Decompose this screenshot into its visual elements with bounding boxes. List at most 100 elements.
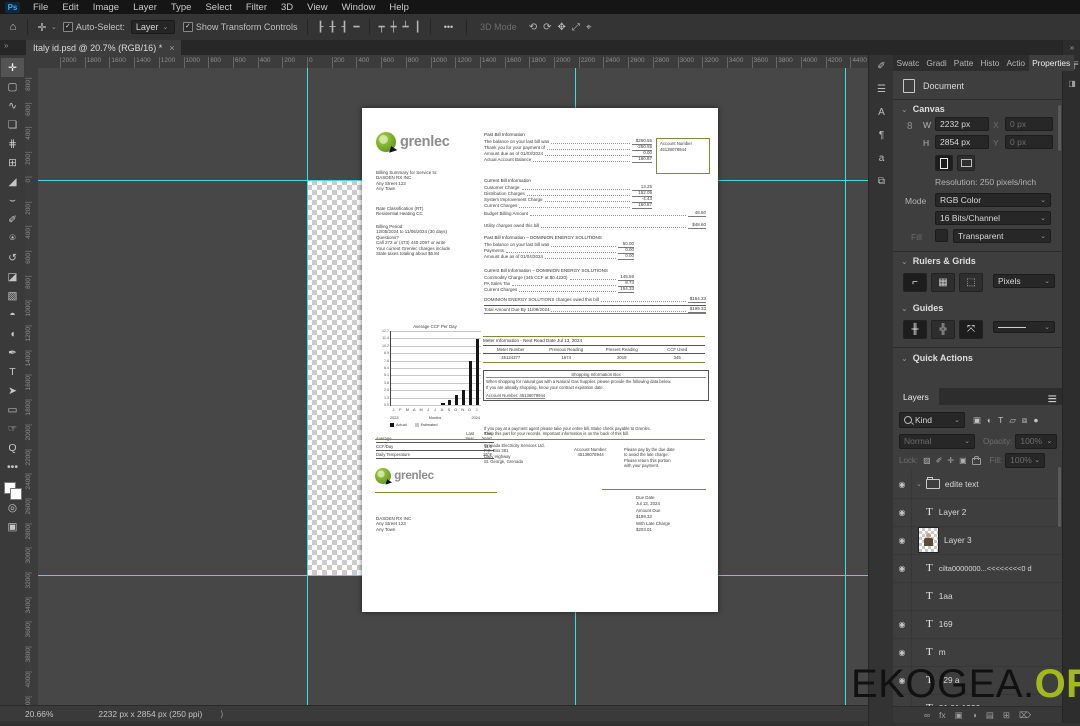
align-top-icon[interactable]: ━ [354,22,360,33]
lock-all-icon[interactable] [971,456,981,465]
layer-row[interactable]: T 1aa [893,582,1062,611]
menu-filter[interactable]: Filter [239,2,274,13]
vertical-ruler[interactable]: 800 600 400 200 0 200 400 600 800 1000 1200 1400 160… [25,68,39,705]
filter-pixel-layers-icon[interactable]: ▣ [973,415,981,426]
menu-help[interactable]: Help [382,2,416,13]
menu-file[interactable]: File [26,2,55,13]
document-tab[interactable]: Italy id.psd @ 20.7% (RGB/16) * × [26,40,182,55]
layers-menu-icon[interactable]: ≡ [1048,391,1057,409]
distribute-vcenter-icon[interactable]: ┿ [391,22,397,33]
layer-filter-dropdown[interactable]: Kind ⌄ [899,412,965,428]
chevron-down-icon[interactable]: ⌄ [51,23,57,31]
layer-visibility-toggle[interactable]: ◉ [893,526,912,554]
dolly-3d-icon[interactable]: ⌖ [586,22,592,33]
menu-edit[interactable]: Edit [55,2,85,13]
collapse-panel-icon[interactable]: » [4,41,8,50]
pen-tool[interactable]: ✒ [1,343,24,362]
guide-horizontal-1-right[interactable] [718,180,868,181]
lock-artboard-icon[interactable]: ▣ [959,456,967,465]
layer-row[interactable]: ◉ Layer 3 [893,526,1062,555]
filter-adjustment-layers-icon[interactable]: ◐ [987,415,992,426]
layer-row[interactable]: ◉ ⌄ edite text [893,470,1062,499]
quick-mask-button[interactable]: ◎ [1,498,24,517]
fill-swatch[interactable] [935,229,948,242]
roll-3d-icon[interactable]: ⟳ [543,22,551,33]
clone-stamp-tool[interactable]: ⍟ [1,229,24,248]
brush-panel-icon[interactable]: ✐ [877,61,885,72]
tab-swatc[interactable]: Swatc [893,58,923,68]
crop-tool[interactable]: ⋕ [1,134,24,153]
home-icon[interactable]: ⌂ [4,21,22,33]
horizontal-ruler[interactable]: 2000 1800 1600 1400 1200 1000 800 600 400 200 0 200… [38,55,868,69]
filter-shape-layers-icon[interactable]: ▱ [1009,415,1016,426]
distribute-left-icon[interactable]: ┃ [415,22,421,33]
new-layer-icon[interactable]: ⊞ [1003,710,1010,721]
align-left-icon[interactable]: ┠ [317,22,323,33]
canvas-area[interactable]: grenlec Billing Summary for Service to: D… [38,68,868,705]
toggle-rulers-button[interactable]: ⌐ [903,273,927,292]
document-canvas[interactable]: grenlec Billing Summary for Service to: D… [362,108,718,612]
layer-row[interactable]: ◉ T Layer 2 [893,498,1062,527]
show-transform-checkbox[interactable]: ✓ [182,22,193,32]
guide-horizontal-2-right[interactable] [718,575,868,576]
history-brush-tool[interactable]: ↺ [1,248,24,267]
layer-row[interactable]: ◉ Tcilta0000000...<<<<<<<<0 d [893,554,1062,583]
chevron-down-icon[interactable]: ⌄ [916,480,922,488]
new-guide-layout-button[interactable]: ╬ [931,320,955,339]
healing-brush-tool[interactable]: ⌣ [1,191,24,210]
eyedropper-tool[interactable]: ◢ [1,172,24,191]
snap-to-guides-button[interactable]: ⤧ [959,320,983,339]
delete-layer-icon[interactable]: ⌦ [1019,710,1031,721]
lasso-tool[interactable]: ∿ [1,96,24,115]
menu-type[interactable]: Type [164,2,199,13]
auto-select-checkbox[interactable]: ✓ [62,22,73,32]
toggle-grid-button[interactable]: ▦ [931,273,955,292]
fill-dropdown[interactable]: Transparent ⌄ [953,229,1051,243]
menu-view[interactable]: View [300,2,334,13]
tab-histo[interactable]: Histo [977,58,1003,68]
dock-panel-icon-2[interactable]: ◨ [1068,79,1076,88]
move-tool-icon[interactable]: ✛ [33,21,51,34]
guide-style-dropdown[interactable]: ⌄ [993,321,1055,333]
layer-visibility-toggle[interactable]: ◉ [893,554,912,582]
shape-tool[interactable]: ▭ [1,400,24,419]
type-tool[interactable]: T [1,362,24,381]
panel-menu-icon[interactable]: ≡ [1074,58,1079,68]
guides-section-header[interactable]: ⌄ Guides [901,303,943,313]
lock-position-icon[interactable]: ✛ [947,456,954,465]
filter-toggle-icon[interactable]: ● [1033,415,1038,426]
toolbar-more[interactable]: ••• [1,457,24,476]
layer-effects-icon[interactable]: fx [939,710,946,720]
brush-tool[interactable]: ✐ [1,210,24,229]
layers-scrollbar[interactable] [1058,467,1061,527]
menu-window[interactable]: Window [335,2,383,13]
properties-scrollbar[interactable] [1058,105,1061,151]
transparent-artboard-region[interactable] [307,180,362,575]
zoom-level[interactable]: 20.66% [25,709,53,719]
zoom-tool[interactable]: Q [1,438,24,457]
orientation-portrait-button[interactable] [935,155,953,171]
color-swatches[interactable] [3,482,22,500]
glyphs-panel-icon[interactable]: a [879,153,885,164]
adjustment-layer-icon[interactable]: ◑ [972,710,977,720]
layer-visibility-toggle[interactable]: ◉ [893,610,912,638]
close-icon[interactable]: × [169,43,174,53]
guide-horizontal-1-left[interactable] [38,180,362,181]
eraser-tool[interactable]: ◪ [1,267,24,286]
gradient-tool[interactable]: ▧ [1,286,24,305]
menu-3d[interactable]: 3D [274,2,300,13]
filter-smart-objects-icon[interactable]: ⧈ [1022,415,1027,426]
width-field[interactable]: 2232 px [935,117,989,131]
hand-tool[interactable]: ☞ [1,419,24,438]
status-chevron-icon[interactable]: ⟩ [220,709,223,719]
slide-3d-icon[interactable]: ⤢ [572,22,580,33]
align-center-h-icon[interactable]: ╂ [329,22,335,33]
toggle-guides-button[interactable]: ╫ [903,320,927,339]
orientation-landscape-button[interactable] [957,155,975,171]
quick-actions-section-header[interactable]: ⌄ Quick Actions [901,353,973,363]
new-group-icon[interactable]: ▤ [986,710,994,721]
expand-dock-icon[interactable]: » [1070,43,1074,52]
height-field[interactable]: 2854 px [935,135,989,149]
object-selection-tool[interactable]: ❏ [1,115,24,134]
tab-properties[interactable]: Properties [1028,55,1074,71]
